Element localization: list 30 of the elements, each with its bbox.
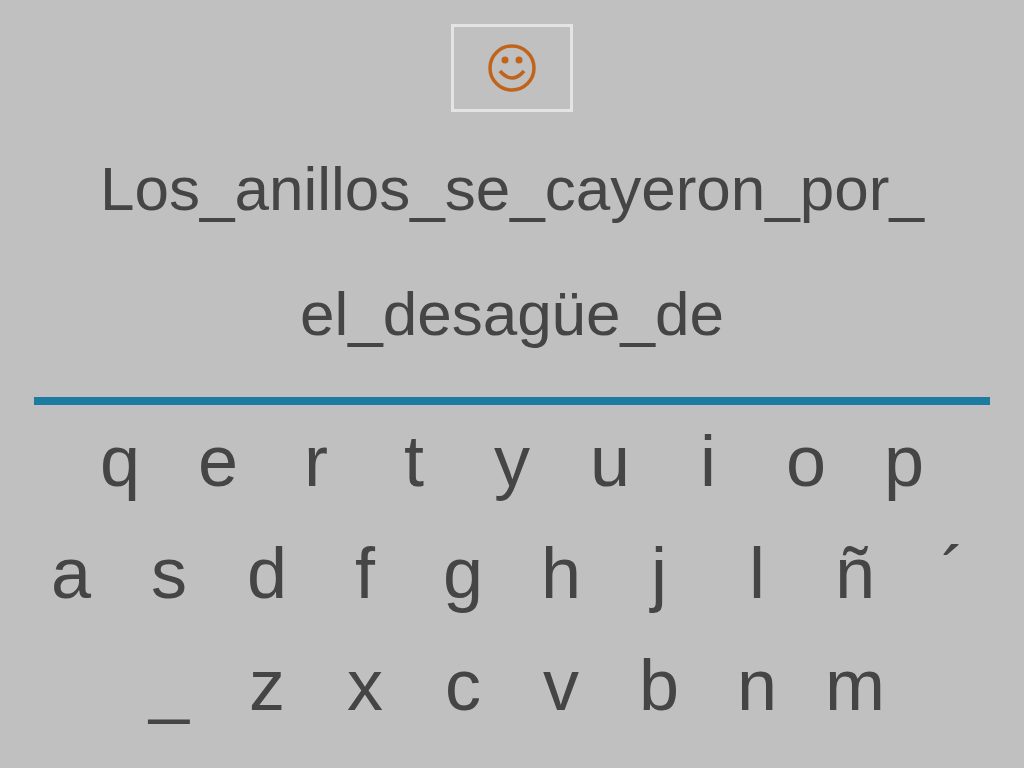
letter-key[interactable]: u [561,411,659,511]
letter-key[interactable]: v [512,635,610,735]
letter-key[interactable]: _ [120,635,218,735]
letter-key[interactable]: t [365,411,463,511]
letter-key[interactable]: z [218,635,316,735]
letter-key[interactable]: x [316,635,414,735]
letter-key[interactable]: f [316,523,414,623]
letter-key[interactable]: ñ [806,523,904,623]
letter-key[interactable]: l [708,523,806,623]
sentence-text: Los_anillos_se_cayeron_por_ el_desagüe_de [99,153,926,350]
letter-key[interactable]: q [71,411,169,511]
letter-key[interactable]: d [218,523,316,623]
letter-key[interactable]: p [855,411,953,511]
letter-key[interactable]: n [708,635,806,735]
letter-key[interactable]: h [512,523,610,623]
letter-key[interactable]: ´ [904,523,1002,623]
letter-key[interactable]: o [757,411,855,511]
letter-key[interactable]: e [169,411,267,511]
letter-key[interactable]: a [22,523,120,623]
letter-key[interactable]: g [414,523,512,623]
letter-key[interactable]: j [610,523,708,623]
smiley-icon [487,43,537,93]
letter-key[interactable]: s [120,523,218,623]
letter-key[interactable]: y [463,411,561,511]
letter-key[interactable]: i [659,411,757,511]
letter-key[interactable]: b [610,635,708,735]
letter-key[interactable]: c [414,635,512,735]
letter-key[interactable]: r [267,411,365,511]
smiley-button[interactable] [451,24,573,112]
letter-key[interactable]: m [806,635,904,735]
